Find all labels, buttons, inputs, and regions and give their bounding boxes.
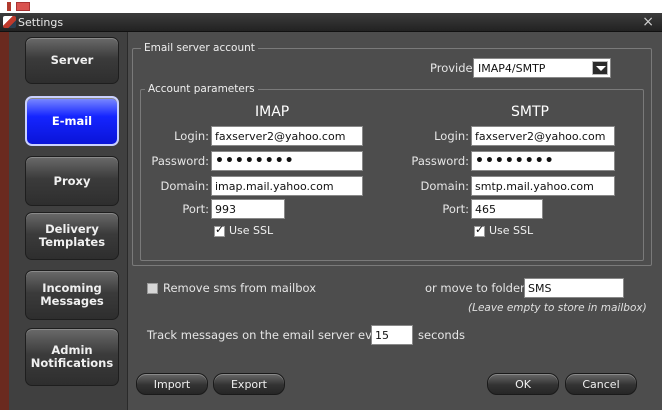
sidebar-item-server[interactable]: Server xyxy=(25,37,119,84)
sidebar-item-label: Server xyxy=(50,53,94,67)
smtp-login-input[interactable]: faxserver2@yahoo.com xyxy=(471,126,615,146)
track-messages-label: Track messages on the email server every xyxy=(147,328,391,342)
group-legend: Email server account xyxy=(141,42,258,54)
imap-password-input[interactable]: •••••••• xyxy=(211,151,363,171)
sidebar-item-label: Admin Notifications xyxy=(30,343,114,370)
imap-domain-label: Domain: xyxy=(160,179,210,193)
email-server-account-group: Email server account Provider: IMAP4/SMT… xyxy=(132,42,652,266)
imap-login-input[interactable]: faxserver2@yahoo.com xyxy=(211,126,363,146)
cancel-button[interactable]: Cancel xyxy=(565,373,637,395)
export-button[interactable]: Export xyxy=(213,373,285,395)
account-parameters-group: Account parameters IMAP Login: faxserver… xyxy=(140,83,644,261)
move-folder-label: or move to folder: xyxy=(425,281,529,295)
group-legend: Account parameters xyxy=(145,83,258,95)
close-icon[interactable]: × xyxy=(642,14,654,30)
smtp-port-input[interactable]: 465 xyxy=(471,199,543,219)
sidebar-item-label: E-mail xyxy=(51,113,93,128)
track-seconds-label: seconds xyxy=(418,328,466,342)
imap-use-ssl-label: Use SSL xyxy=(229,224,274,237)
move-folder-hint: (Leave empty to store in mailbox) xyxy=(468,302,647,314)
background-fragment xyxy=(7,2,11,11)
chevron-down-icon[interactable] xyxy=(592,61,608,75)
smtp-header: SMTP xyxy=(511,104,549,120)
sidebar-item-label: Delivery Templates xyxy=(38,222,106,249)
remove-sms-checkbox[interactable] xyxy=(147,283,158,294)
window-title: Settings xyxy=(18,16,64,29)
remove-sms-label: Remove sms from mailbox xyxy=(163,281,317,295)
sidebar-item-incoming-messages[interactable]: Incoming Messages xyxy=(25,270,119,320)
smtp-domain-label: Domain: xyxy=(420,179,470,193)
sidebar-item-delivery-templates[interactable]: Delivery Templates xyxy=(25,212,119,260)
imap-domain-input[interactable]: imap.mail.yahoo.com xyxy=(211,176,363,196)
imap-use-ssl-checkbox[interactable] xyxy=(214,223,225,237)
imap-port-input[interactable]: 993 xyxy=(211,199,285,219)
email-settings-panel: Email server account Provider: IMAP4/SMT… xyxy=(127,32,662,410)
smtp-login-label: Login: xyxy=(434,129,469,143)
sidebar-item-proxy[interactable]: Proxy xyxy=(25,156,119,206)
track-interval-input[interactable]: 15 xyxy=(371,325,413,345)
smtp-port-label: Port: xyxy=(442,202,469,216)
smtp-use-ssl-label: Use SSL xyxy=(489,224,534,237)
title-bar: Settings × xyxy=(0,13,662,32)
provider-value: IMAP4/SMTP xyxy=(478,62,546,75)
smtp-password-label: Password: xyxy=(411,154,469,168)
ok-button[interactable]: OK xyxy=(487,373,559,395)
app-icon xyxy=(3,16,16,28)
settings-window: Settings × Server E-mail Proxy Delivery … xyxy=(0,0,662,410)
sidebar: Server E-mail Proxy Delivery Templates I… xyxy=(0,32,127,410)
sidebar-item-label: Proxy xyxy=(53,173,91,188)
imap-password-label: Password: xyxy=(151,154,209,168)
sidebar-item-label: Incoming Messages xyxy=(40,281,104,308)
smtp-use-ssl-checkbox[interactable] xyxy=(474,223,485,237)
background-strip xyxy=(0,0,662,13)
smtp-password-input[interactable]: •••••••• xyxy=(471,151,615,171)
move-folder-input[interactable]: SMS xyxy=(524,278,624,298)
sidebar-item-email[interactable]: E-mail xyxy=(25,96,119,146)
imap-header: IMAP xyxy=(255,104,290,120)
smtp-domain-input[interactable]: smtp.mail.yahoo.com xyxy=(471,176,615,196)
background-fragment xyxy=(16,2,30,11)
imap-login-label: Login: xyxy=(174,129,209,143)
provider-select[interactable]: IMAP4/SMTP xyxy=(473,58,611,78)
sidebar-item-admin-notifications[interactable]: Admin Notifications xyxy=(25,328,119,386)
import-button[interactable]: Import xyxy=(136,373,208,395)
imap-port-label: Port: xyxy=(182,202,209,216)
